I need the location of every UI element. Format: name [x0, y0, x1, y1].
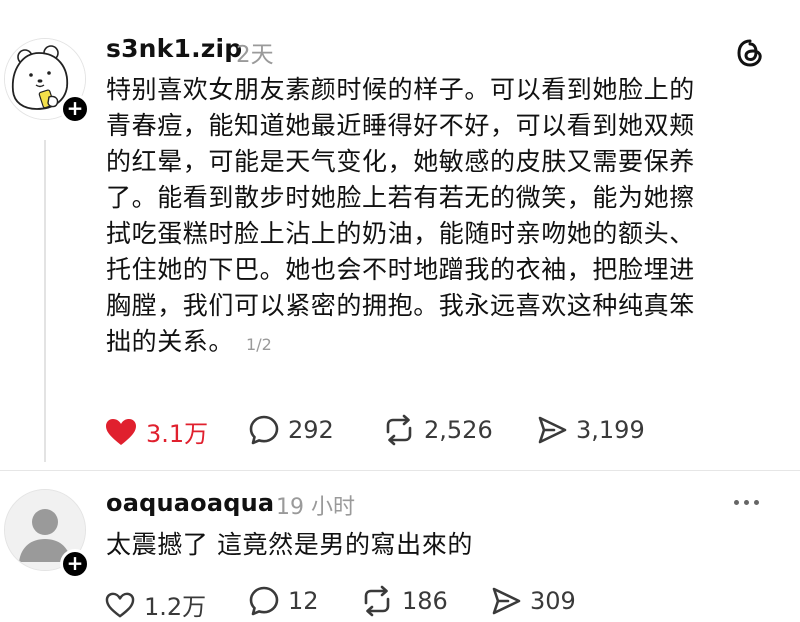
- comment-bubble-icon: [249, 415, 279, 445]
- repost-button[interactable]: 2,526: [382, 414, 493, 446]
- more-dots-icon[interactable]: [734, 500, 759, 505]
- heart-icon: [106, 418, 136, 445]
- comment-bubble-icon: [249, 586, 279, 616]
- thread-connector-line: [44, 140, 46, 462]
- send-icon: [538, 416, 567, 444]
- repost-count: 186: [402, 587, 448, 615]
- follow-plus-icon[interactable]: +: [60, 549, 90, 579]
- repost-arrows-icon: [386, 414, 412, 446]
- reply-button[interactable]: 12: [248, 585, 319, 617]
- send-icon: [492, 587, 521, 615]
- share-button[interactable]: 3,199: [536, 414, 645, 446]
- post-text-line: 拭吃蛋糕时脸上沾上的奶油，能随时亲吻她的额头、: [106, 219, 695, 248]
- post-text-line: 托住她的下巴。她也会不时地蹭我的衣袖，把脸埋进: [106, 255, 695, 284]
- post-text-line: 青春痘，能知道她最近睡得好不好，可以看到她双颊: [106, 111, 695, 140]
- follow-plus-icon[interactable]: +: [60, 94, 90, 124]
- post-text-line: 特别喜欢女朋友素颜时候的样子。可以看到她脸上的: [106, 75, 695, 104]
- post-text-line: 的红晕，可能是天气变化，她敏感的皮肤又需要保养: [106, 147, 695, 176]
- more-dot: [744, 500, 749, 505]
- like-button[interactable]: 3.1万: [104, 414, 208, 449]
- post-text-line-last: 拙的关系。 1/2: [106, 324, 695, 363]
- like-count: 1.2万: [144, 593, 207, 621]
- post-author-avatar-wrap[interactable]: +: [4, 38, 90, 124]
- post-body-text: 特别喜欢女朋友素颜时候的样子。可以看到她脸上的 青春痘，能知道她最近睡得好不好，…: [106, 72, 695, 363]
- repost-arrows-icon: [364, 585, 390, 617]
- page-indicator: 1/2: [246, 335, 272, 354]
- heart-icon: [105, 592, 135, 617]
- more-dot: [754, 500, 759, 505]
- reply-post: + oaquaoaqua 19 小时 太震撼了 這竟然是男的寫出來的 1.2万 …: [0, 471, 800, 621]
- more-dot: [734, 500, 739, 505]
- share-count: 309: [530, 587, 576, 615]
- share-button[interactable]: 309: [490, 585, 576, 617]
- reply-timestamp: 19 小时: [276, 495, 355, 520]
- share-count: 3,199: [576, 416, 645, 444]
- threads-logo-icon: [737, 39, 762, 67]
- main-post: + s3nk1.zip 2天 特别喜欢女朋友素颜时候的样子。可以看到她脸上的 青…: [0, 0, 800, 470]
- post-username[interactable]: s3nk1.zip: [106, 34, 242, 63]
- reply-body-text: 太震撼了 這竟然是男的寫出來的: [106, 530, 473, 559]
- post-text-line: 胸膛，我们可以紧密的拥抱。我永远喜欢这种纯真笨: [106, 291, 695, 320]
- post-text-line: 了。能看到散步时她脸上若有若无的微笑，能为她擦: [106, 183, 695, 212]
- reply-count: 12: [288, 587, 319, 615]
- repost-count: 2,526: [424, 416, 493, 444]
- reply-username[interactable]: oaquaoaqua: [106, 489, 274, 517]
- like-count: 3.1万: [146, 420, 209, 448]
- reply-button[interactable]: 292: [248, 414, 334, 446]
- reply-count: 292: [288, 416, 334, 444]
- post-timestamp: 2天: [236, 42, 274, 68]
- repost-button[interactable]: 186: [360, 585, 448, 617]
- like-button[interactable]: 1.2万: [104, 587, 206, 622]
- post-text-line: 拙的关系。: [106, 327, 235, 356]
- reply-author-avatar-wrap[interactable]: +: [4, 489, 90, 579]
